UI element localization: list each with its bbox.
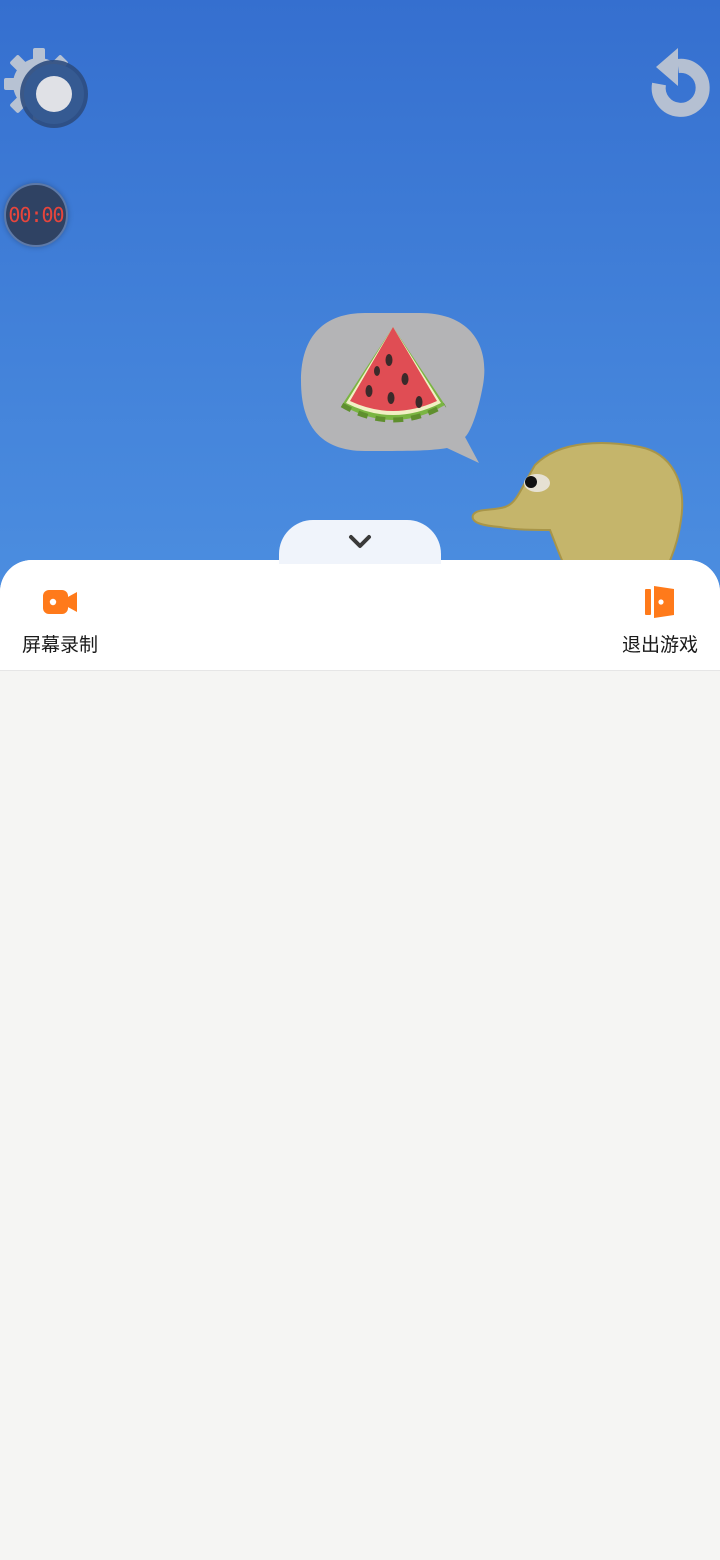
exit-door-icon xyxy=(640,582,680,622)
timer-display: 00:00 xyxy=(8,203,64,227)
timer-button[interactable]: 00:00 xyxy=(4,183,68,247)
gear-icon xyxy=(4,48,88,128)
actions-bar: 屏幕录制 退出游戏 xyxy=(0,560,720,671)
bottom-panel: 屏幕录制 退出游戏 xyxy=(0,560,720,1560)
screen-record-button[interactable]: 屏幕录制 xyxy=(5,582,115,657)
game-scene[interactable]: 00:00 xyxy=(0,0,720,600)
game-screen: 00:00 屏幕录制 退出游戏 xyxy=(0,0,720,1560)
restart-arrow-icon xyxy=(651,48,710,117)
settings-button[interactable] xyxy=(4,44,94,134)
exit-game-button[interactable]: 退出游戏 xyxy=(605,582,715,657)
collapse-panel-button[interactable] xyxy=(279,520,441,564)
chevron-down-icon xyxy=(349,535,371,548)
screen-record-label: 屏幕录制 xyxy=(21,634,98,656)
exit-game-label: 退出游戏 xyxy=(621,634,698,656)
video-camera-icon xyxy=(40,582,80,622)
restart-button[interactable] xyxy=(638,44,718,128)
